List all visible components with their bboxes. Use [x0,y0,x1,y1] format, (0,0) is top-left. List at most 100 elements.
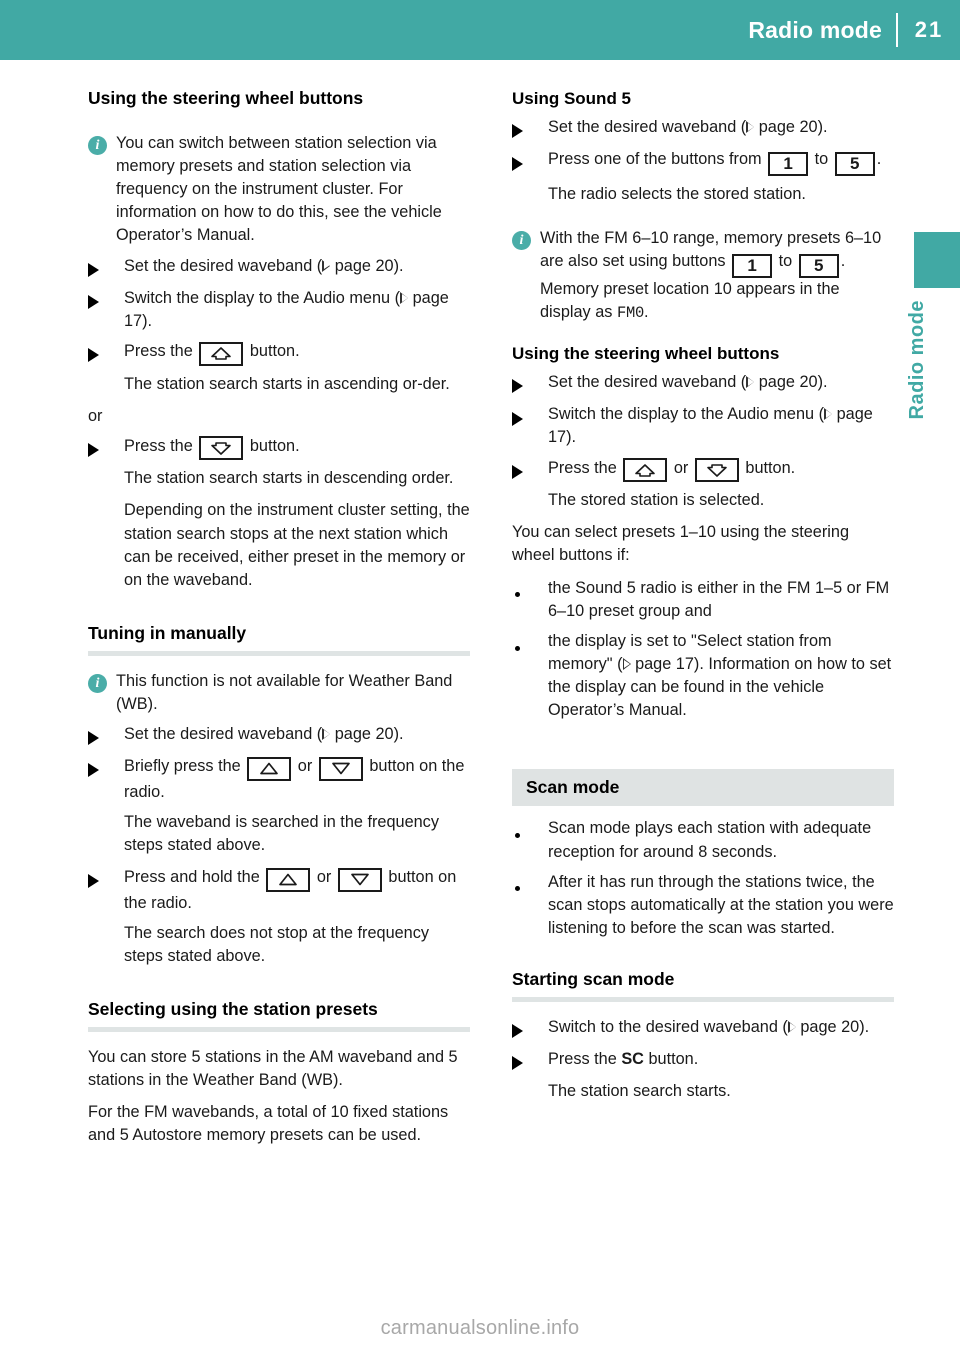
step-item: Switch to the desired waveband ( page 20… [512,1016,894,1041]
step-text-tail: button. [648,1050,699,1069]
page-ref: page 20). [758,118,828,137]
step-text-lead: Press the [124,436,193,455]
steering-wheel-down-button-icon [199,436,244,461]
step-item: Press the button. [88,340,470,366]
step-text-tail: button. [249,436,300,455]
step-result: The search does not stop at the frequenc… [124,923,430,965]
info-note-text: This function is not available for Weath… [116,671,453,713]
heading-using-sound-5: Using Sound 5 [512,89,631,108]
step-text-mid: or [316,868,332,887]
step-triangle-icon [88,723,124,748]
heading-tuning-in-manually: Tuning in manually [88,622,247,643]
heading-rule [512,996,894,1002]
step-text-lead: Set the desired waveband ( [548,118,747,137]
step-text-mid: to [814,150,829,169]
step-text-lead: Set the desired waveband ( [548,373,747,392]
step-text: Switch to the desired waveband ( page 20… [548,1016,894,1041]
step-text-lead: Set the desired waveband ( [124,725,323,744]
radio-down-button-icon [337,867,382,892]
info-text-mid: to [778,252,793,271]
page-ref-arrow-icon [787,1020,796,1033]
step-triangle-icon [512,116,548,141]
bullet-text: the Sound 5 radio is either in the FM 1–… [548,578,890,620]
page-ref-arrow-icon [746,121,755,134]
step-text-mid: or [297,757,313,776]
info-note-text: You can switch between station selection… [116,133,442,245]
heading-scan-mode: Scan mode [512,769,894,807]
preset-button-1: 1 [768,151,809,176]
step-triangle-icon [88,287,124,333]
step-text-lead: Set the desired waveband ( [124,256,323,275]
step-text: Press the SC button. [548,1048,894,1073]
step-text-lead: Briefly press the [124,757,241,776]
step-result: The station search starts in ascending o… [124,374,450,393]
preset-button-5: 5 [834,151,875,176]
side-tab-marker [914,232,960,288]
step-item: Press the SC button. [512,1048,894,1073]
page-ref-arrow-icon [824,408,833,421]
bullet-item: the Sound 5 radio is either in the FM 1–… [512,577,894,623]
step-text-lead: Switch the display to the Audio menu ( [548,405,825,424]
footer-watermark: carmanualsonline.info [380,1317,580,1339]
display-value: FM0 [616,303,644,322]
step-triangle-icon [88,755,124,804]
step-item: Switch the display to the Audio menu ( p… [88,287,470,333]
step-text-lead: Switch the display to the Audio menu ( [124,288,401,307]
step-triangle-icon [88,255,124,280]
step-text: Set the desired waveband ( page 20). [548,371,894,396]
left-column: Using the steering wheel buttons i You c… [88,88,470,1157]
step-text-lead: Switch to the desired waveband ( [548,1017,788,1036]
page-header: Radio mode 21 [0,0,960,60]
heading-using-steering-wheel-buttons-right: Using the steering wheel buttons [512,343,780,363]
paragraph: For the FM wavebands, a total of 10 fixe… [88,1103,449,1145]
step-triangle-icon [512,1048,548,1073]
step-triangle-icon [512,1016,548,1041]
page-ref-arrow-icon [322,728,331,741]
page-title: Radio mode [748,16,882,43]
steering-wheel-up-button-icon [623,458,668,483]
bullet-text: the display is set to "Select station fr… [548,630,894,723]
step-text-tail: button. [249,342,300,360]
step-text: Set the desired waveband ( page 20). [548,116,894,141]
step-text: Briefly press the or button on the radio… [124,755,470,804]
step-text: Switch the display to the Audio menu ( p… [548,403,894,449]
step-triangle-icon [88,866,124,915]
heading-rule [88,1027,470,1032]
step-text-lead: Press and hold the [124,868,260,887]
info-note: i This function is not available for Wea… [88,670,470,716]
step-text: Press the button. [124,340,470,366]
bullet-dot-icon [512,817,548,863]
steering-wheel-down-button-icon [694,458,739,483]
bullet-dot-icon [512,577,548,623]
or-label: or [88,406,103,425]
heading-using-steering-wheel-buttons: Using the steering wheel buttons [88,88,364,108]
bullet-text: After it has run through the stations tw… [548,872,894,937]
paragraph: You can store 5 stations in the AM waveb… [88,1048,458,1090]
step-text: Set the desired waveband ( page 20). [124,723,470,748]
step-item: Press and hold the or button on the radi… [88,866,470,915]
step-triangle-icon [512,148,548,176]
info-icon: i [512,227,540,324]
bullet-text: Scan mode plays each station with adequa… [548,819,872,861]
step-item: Briefly press the or button on the radio… [88,755,470,804]
bullet-dot-icon [512,630,548,723]
page-ref-arrow-icon [622,657,631,670]
step-item: Press the button. [88,435,470,461]
step-text-lead: Press the [124,342,193,360]
step-result: The station search starts in descending … [124,469,454,488]
step-triangle-icon [512,403,548,449]
bullet-item: After it has run through the stations tw… [512,871,894,940]
step-item: Set the desired waveband ( page 20). [512,116,894,141]
page-ref-arrow-icon [322,259,331,272]
page-content: Using the steering wheel buttons i You c… [88,88,894,1157]
step-text: Press and hold the or button on the radi… [124,866,470,915]
heading-starting-scan-mode: Starting scan mode [512,969,675,990]
info-icon: i [88,132,116,248]
step-text-mid: or [673,458,689,477]
steering-wheel-up-button-icon [199,341,244,366]
step-text: Press one of the buttons from 1 to 5. [548,148,894,176]
step-result: The stored station is selected. [548,491,765,510]
step-note: Depending on the instrument cluster sett… [124,501,470,589]
step-text-lead: Press the [548,1050,617,1069]
step-item: Set the desired waveband ( page 20). [88,255,470,280]
